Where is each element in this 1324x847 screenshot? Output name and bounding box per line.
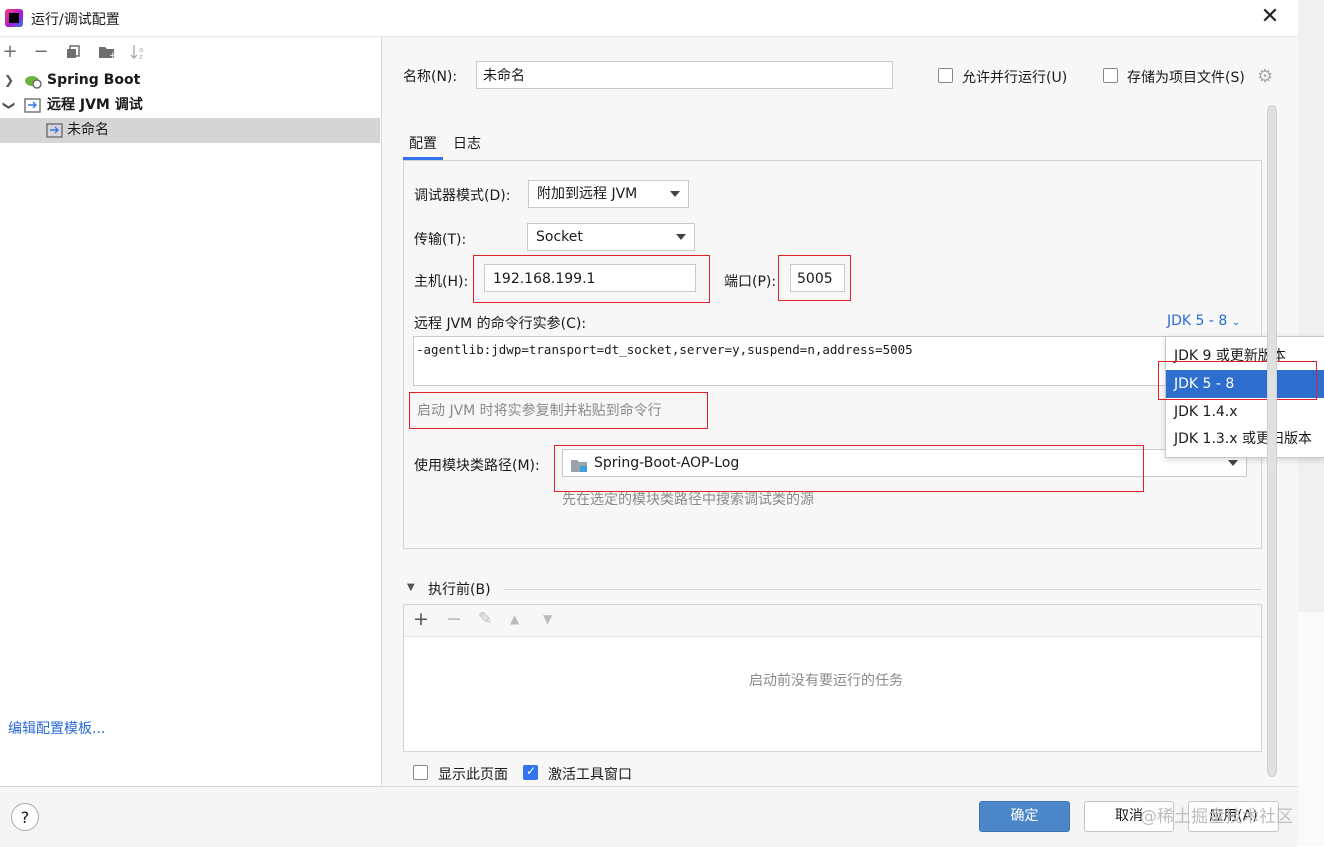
tree-item-label: 远程 JVM 调试 [47,97,143,113]
transport-label: 传输(T): [414,232,467,248]
before-launch-title: 执行前(B) [428,582,491,598]
chevron-down-icon [670,191,680,197]
menu-highlight-box [1158,361,1317,400]
chevron-down-icon [676,234,686,240]
tab-log[interactable]: 日志 [453,133,481,153]
cmdline-label: 远程 JVM 的命令行实参(C): [414,316,587,332]
add-task-icon[interactable]: + [413,608,429,630]
help-icon[interactable]: ? [11,803,39,831]
tree-item-spring-boot[interactable]: ❯ Spring Boot [0,68,380,93]
svg-text:z: z [139,53,143,60]
add-config-icon[interactable]: + [0,42,20,62]
edit-task-icon[interactable]: ✎ [478,609,492,629]
config-tree-panel [0,37,382,786]
folder-icon[interactable]: + [98,45,117,61]
intellij-logo-icon [5,9,23,27]
name-field[interactable]: 未命名 [476,61,893,89]
edit-templates-link[interactable]: 编辑配置模板... [8,718,105,738]
activate-tool-window-checkbox[interactable] [523,764,538,780]
collapse-triangle-icon[interactable]: ▼ [407,582,415,593]
chevron-down-icon [1228,460,1238,466]
spring-boot-icon [24,73,42,89]
background-window-shade [1298,0,1324,612]
remove-config-icon[interactable]: − [31,42,51,62]
module-classpath-label: 使用模块类路径(M): [414,458,540,474]
menu-item-jdk1-3[interactable]: JDK 1.3.x 或更旧版本 [1166,425,1324,453]
allow-parallel-label: 允许并行运行(U) [962,70,1068,86]
chevron-right-icon: ❯ [4,73,15,87]
host-field[interactable]: 192.168.199.1 [484,264,696,292]
show-page-label: 显示此页面 [438,767,508,783]
tree-item-label: 未命名 [67,122,109,138]
svg-text:+: + [109,51,116,59]
cmdline-hint: 启动 JVM 时将实参复制并粘贴到命令行 [417,403,662,419]
gear-icon[interactable]: ⚙ [1257,66,1273,87]
chevron-down-icon: ⌄ [1231,317,1241,328]
vertical-scrollbar[interactable] [1267,105,1277,777]
store-as-file-label: 存储为项目文件(S) [1127,70,1245,86]
remote-debug-icon [46,123,64,139]
chevron-down-icon: ❯ [2,100,17,111]
watermark: @稀土掘金技术社区 [1140,807,1293,827]
transport-select[interactable]: Socket [527,223,695,251]
tab-config[interactable]: 配置 [409,133,437,153]
jdk-selector-value: JDK 5 - 8 [1167,313,1228,329]
debugger-mode-label: 调试器模式(D): [414,188,511,204]
module-hint: 先在选定的模块类路径中搜索调试类的源 [562,492,814,508]
remote-debug-icon [24,98,42,114]
cmdline-text: -agentlib:jdwp=transport=dt_socket,serve… [416,342,913,357]
allow-parallel-checkbox[interactable] [938,68,953,83]
menu-item-jdk1-4[interactable]: JDK 1.4.x [1166,398,1324,426]
debugger-mode-select[interactable]: 附加到远程 JVM [528,180,689,208]
tree-item-remote-jvm-debug[interactable]: ❯ 远程 JVM 调试 [0,93,380,118]
sort-icon[interactable]: az [130,44,148,61]
transport-value: Socket [536,229,583,245]
host-label: 主机(H): [414,274,469,290]
tree-item-unnamed[interactable]: 未命名 [0,118,380,143]
move-down-icon[interactable]: ▼ [543,612,552,626]
before-launch-empty-text: 启动前没有要运行的任务 [749,673,903,689]
close-icon[interactable]: ✕ [1258,4,1282,30]
show-page-checkbox[interactable] [413,765,428,780]
before-launch-toolbar [404,605,1261,637]
jdk-selector-link[interactable]: JDK 5 - 8 ⌄ [1167,313,1240,329]
name-label: 名称(N): [403,69,458,85]
cmdline-textarea[interactable]: -agentlib:jdwp=transport=dt_socket,serve… [413,336,1173,386]
copy-config-icon[interactable] [66,45,80,59]
ok-button[interactable]: 确定 [979,801,1070,832]
module-highlight-box [554,445,1144,492]
debugger-mode-value: 附加到远程 JVM [537,186,638,202]
port-field[interactable]: 5005 [790,264,845,292]
remove-task-icon[interactable]: − [446,608,462,630]
store-as-file-checkbox[interactable] [1103,68,1118,83]
tree-item-label: Spring Boot [47,72,141,88]
window-title: 运行/调试配置 [31,12,120,28]
activate-tool-window-label: 激活工具窗口 [548,767,632,783]
move-up-icon[interactable]: ▲ [510,612,519,626]
port-label: 端口(P): [724,274,777,290]
title-bar [0,0,1298,37]
divider [504,589,1261,590]
